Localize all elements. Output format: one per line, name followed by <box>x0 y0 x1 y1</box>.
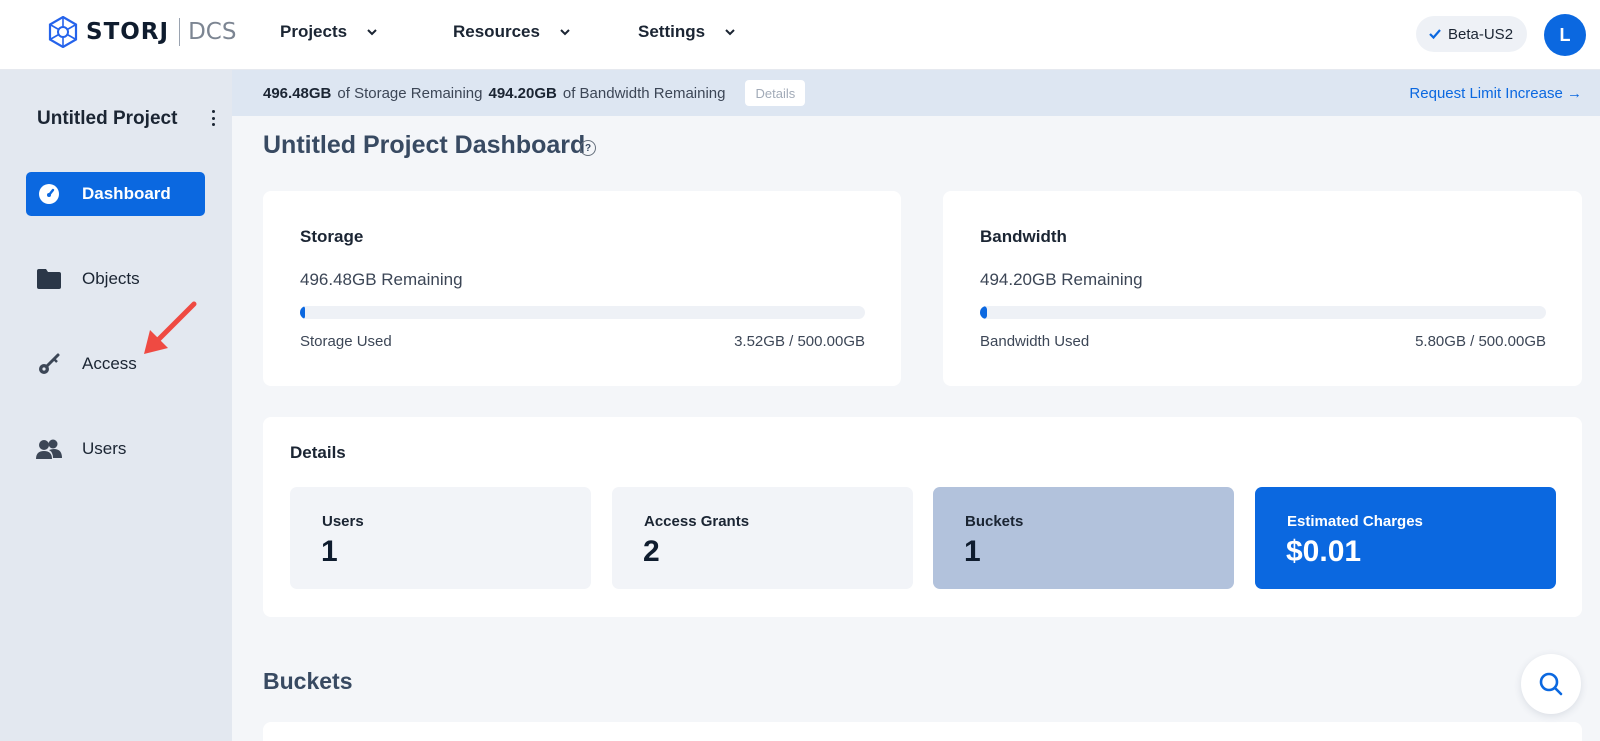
storage-usage-card: Storage 496.48GB Remaining Storage Used … <box>263 191 901 386</box>
storage-progress-bar <box>300 306 865 319</box>
chevron-down-icon <box>725 29 735 36</box>
buckets-section-title: Buckets <box>263 668 353 694</box>
sidebar-item-label: Dashboard <box>82 184 171 203</box>
bandwidth-progress-fill <box>980 306 987 319</box>
nav-resources-dropdown[interactable]: Resources <box>453 22 572 42</box>
logo-divider <box>179 18 181 46</box>
bandwidth-title: Bandwidth <box>980 227 1067 246</box>
details-title: Details <box>290 443 346 462</box>
stat-value: 1 <box>964 535 981 568</box>
annotation-arrow-icon <box>144 301 197 354</box>
project-name: Untitled Project <box>37 108 178 129</box>
storj-dcs-logo[interactable]: STORJ DCS <box>48 14 236 50</box>
bandwidth-remaining-text: of Bandwidth Remaining <box>562 84 726 102</box>
check-icon <box>1429 29 1441 40</box>
nav-settings-label: Settings <box>638 22 706 41</box>
folder-icon <box>36 267 62 291</box>
sidebar-item-label: Users <box>82 439 127 458</box>
stat-users[interactable]: Users 1 <box>290 487 591 589</box>
storage-remaining-text: of Storage Remaining <box>337 84 483 102</box>
sidebar-item-users[interactable]: Users <box>26 427 205 471</box>
nav-projects-label: Projects <box>280 22 348 41</box>
storage-progress-fill <box>300 306 305 319</box>
request-limit-increase-link[interactable]: Request Limit Increase → <box>1409 85 1582 102</box>
user-avatar[interactable]: L <box>1544 14 1586 56</box>
storage-remaining: 496.48GB Remaining <box>300 270 463 289</box>
stat-value: 2 <box>643 535 660 568</box>
users-icon <box>36 437 62 461</box>
bandwidth-remaining: 494.20GB Remaining <box>980 270 1143 289</box>
stat-label: Access Grants <box>644 513 750 530</box>
project-options-icon[interactable] <box>206 108 220 128</box>
storj-logo-icon <box>48 16 78 48</box>
nav-resources-label: Resources <box>453 22 540 41</box>
logo-product-name: DCS <box>188 19 237 45</box>
bandwidth-usage-card: Bandwidth 494.20GB Remaining Bandwidth U… <box>943 191 1582 386</box>
storage-title: Storage <box>300 227 364 246</box>
storage-remaining-value: 496.48GB <box>263 84 332 102</box>
storage-used-value: 3.52GB / 500.00GB <box>734 333 865 350</box>
details-card: Details Users 1 Access Grants 2 Buckets … <box>263 417 1582 617</box>
stat-label: Estimated Charges <box>1287 513 1423 530</box>
buckets-card <box>263 722 1582 741</box>
bandwidth-used-value: 5.80GB / 500.00GB <box>1415 333 1546 350</box>
stat-label: Buckets <box>965 513 1024 530</box>
sidebar: Untitled Project Dashboard Objects Acces… <box>0 70 232 741</box>
search-button[interactable] <box>1521 654 1581 714</box>
stat-value: $0.01 <box>1286 535 1362 568</box>
nav-settings-dropdown[interactable]: Settings <box>638 22 737 42</box>
limits-banner: 496.48GB of Storage Remaining 494.20GB o… <box>232 70 1600 116</box>
top-header: STORJ DCS Projects Resources Settings Be… <box>0 0 1600 70</box>
stat-access-grants[interactable]: Access Grants 2 <box>612 487 913 589</box>
stat-value: 1 <box>321 535 338 568</box>
sidebar-item-objects[interactable]: Objects <box>26 257 205 301</box>
sidebar-item-label: Objects <box>82 269 140 288</box>
limits-details-button[interactable]: Details <box>745 80 806 106</box>
storage-used-label: Storage Used <box>300 333 392 350</box>
region-selector[interactable]: Beta-US2 <box>1416 16 1528 52</box>
chevron-down-icon <box>560 29 570 36</box>
bandwidth-remaining-value: 494.20GB <box>488 84 557 102</box>
nav-projects-dropdown[interactable]: Projects <box>280 22 379 42</box>
stat-label: Users <box>322 513 364 530</box>
page-title: Untitled Project Dashboard <box>263 131 586 159</box>
stat-estimated-charges[interactable]: Estimated Charges $0.01 <box>1255 487 1556 589</box>
chevron-down-icon <box>367 29 377 36</box>
sidebar-item-dashboard[interactable]: Dashboard <box>26 172 205 216</box>
sidebar-item-label: Access <box>82 354 137 373</box>
stat-buckets[interactable]: Buckets 1 <box>933 487 1234 589</box>
dashboard-gauge-icon <box>36 182 62 206</box>
help-icon[interactable]: ? <box>580 140 596 156</box>
region-label: Beta-US2 <box>1448 25 1514 43</box>
key-icon <box>36 352 62 376</box>
bandwidth-progress-bar <box>980 306 1546 319</box>
bandwidth-used-label: Bandwidth Used <box>980 333 1090 350</box>
search-icon <box>1539 672 1563 696</box>
logo-wordmark: STORJ <box>86 19 170 45</box>
